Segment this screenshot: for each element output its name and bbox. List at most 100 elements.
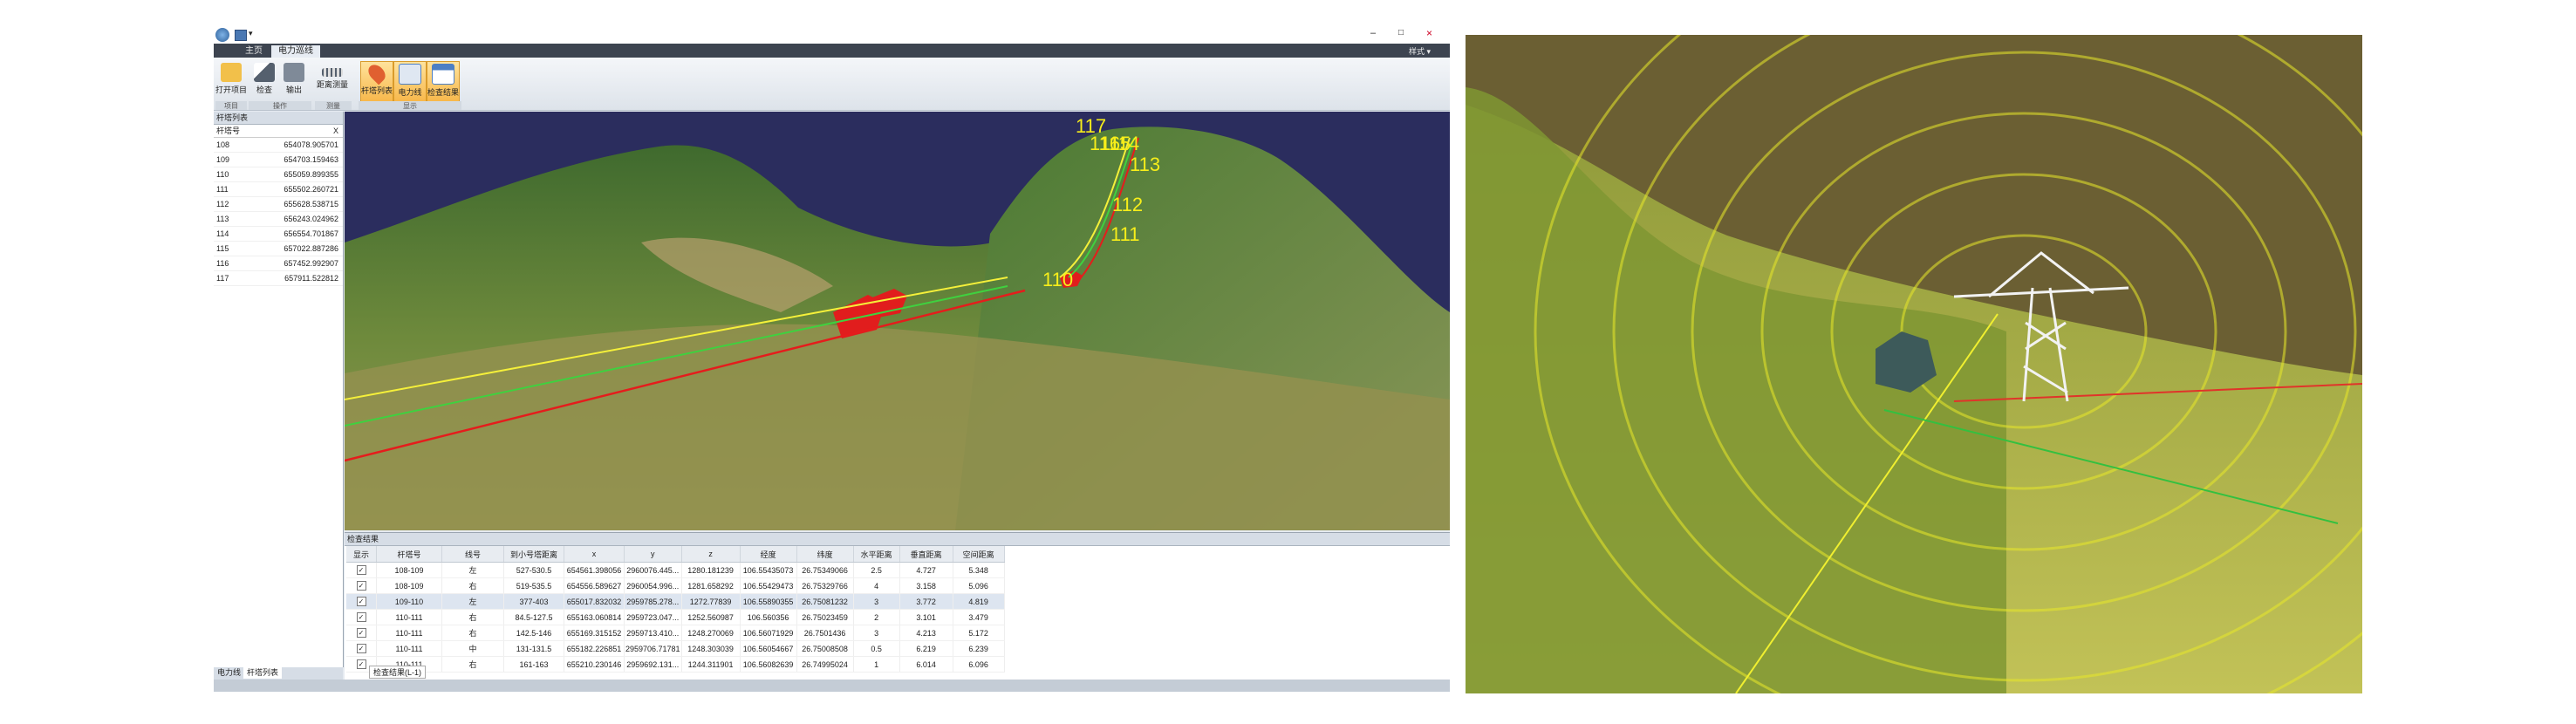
title-bar: ▾ – □ × bbox=[214, 26, 1450, 44]
tower-list-panel: 杆塔列表 杆塔号 X 108 654078.905701 109 654703.159… bbox=[214, 112, 344, 667]
tower-label-114: 114 bbox=[1109, 133, 1139, 154]
results-cell: 3.158 bbox=[899, 577, 953, 594]
results-row[interactable]: ✓ 110-111 右 84.5-127.5 655163.060814 2959723.… bbox=[346, 609, 1005, 625]
results-cell: 654556.589627 bbox=[564, 577, 625, 594]
results-icon bbox=[432, 64, 454, 85]
results-cell: 655017.832032 bbox=[564, 593, 625, 610]
tower-number: 115 bbox=[216, 244, 229, 253]
results-column-header[interactable]: 显示 bbox=[346, 546, 377, 563]
results-cell: 108-109 bbox=[376, 562, 442, 578]
maximize-button[interactable]: □ bbox=[1398, 28, 1404, 38]
tab-power-inspection[interactable]: 电力巡线 bbox=[271, 45, 320, 58]
close-button[interactable]: × bbox=[1426, 27, 1432, 39]
results-row[interactable]: ✓ 110-111 右 142.5-146 655169.315152 2959713.4… bbox=[346, 625, 1005, 641]
tower-x: 654078.905701 bbox=[284, 140, 338, 149]
tower-row[interactable]: 116 657452.992907 bbox=[214, 256, 343, 271]
ruler-icon bbox=[322, 68, 343, 77]
point-cloud-viewport[interactable]: 117 116 115 114 113 112 111 110 bbox=[345, 112, 1450, 530]
corridor-3d-view[interactable] bbox=[1466, 35, 2362, 693]
tab-tower-list[interactable]: 杆塔列表 bbox=[243, 667, 283, 679]
results-column-header[interactable]: 空间距离 bbox=[953, 546, 1005, 563]
results-cell: 中 bbox=[441, 640, 504, 657]
results-column-header[interactable]: y bbox=[624, 546, 682, 563]
results-column-header[interactable]: 水平距离 bbox=[853, 546, 900, 563]
results-cell: 655210.230146 bbox=[564, 656, 625, 673]
results-cell: 106.55429473 bbox=[740, 577, 797, 594]
results-column-header[interactable]: 线号 bbox=[441, 546, 504, 563]
results-column-header[interactable]: x bbox=[564, 546, 625, 563]
results-cell: 1252.560987 bbox=[681, 609, 741, 625]
show-checkbox[interactable]: ✓ bbox=[356, 659, 366, 669]
tower-row[interactable]: 114 656554.701867 bbox=[214, 227, 343, 242]
distance-measure-button[interactable]: 距离测量 bbox=[315, 61, 350, 101]
tower-row[interactable]: 111 655502.260721 bbox=[214, 182, 343, 197]
results-row[interactable]: ✓ 108-109 右 519-535.5 654556.589627 2960054.9… bbox=[346, 577, 1005, 594]
results-cell: 4.727 bbox=[899, 562, 953, 578]
results-cell: 左 bbox=[441, 593, 504, 610]
check-results-label: 检查结果 bbox=[427, 88, 460, 97]
results-cell: 2960054.996... bbox=[624, 577, 682, 594]
quick-access-save-icon[interactable] bbox=[235, 30, 247, 41]
results-cell: 110-111 bbox=[376, 640, 442, 657]
tower-list-button[interactable]: 杆塔列表 bbox=[360, 61, 393, 103]
column-tower-number[interactable]: 杆塔号 bbox=[214, 125, 269, 137]
minimize-button[interactable]: – bbox=[1370, 28, 1376, 38]
show-checkbox[interactable]: ✓ bbox=[356, 581, 366, 591]
results-cell: 142.5-146 bbox=[503, 625, 564, 641]
results-row[interactable]: ✓ 110-111 右 161-163 655210.230146 2959692.131… bbox=[346, 656, 1005, 673]
tower-x: 655502.260721 bbox=[284, 185, 338, 194]
results-cell: 右 bbox=[441, 577, 504, 594]
check-results-button[interactable]: 检查结果 bbox=[427, 61, 460, 103]
results-row[interactable]: ✓ 109-110 左 377-403 655017.832032 2959785.278… bbox=[346, 593, 1005, 610]
results-cell: 5.172 bbox=[953, 625, 1005, 641]
app-logo-icon[interactable] bbox=[215, 28, 229, 42]
show-checkbox[interactable]: ✓ bbox=[356, 565, 366, 575]
results-cell: 106.56071929 bbox=[740, 625, 797, 641]
results-bottom-tab[interactable]: 检查结果(L-1) bbox=[369, 666, 427, 679]
results-cell: 131-131.5 bbox=[503, 640, 564, 657]
tower-row[interactable]: 112 655628.538715 bbox=[214, 197, 343, 212]
tower-row[interactable]: 108 654078.905701 bbox=[214, 138, 343, 153]
column-x[interactable]: X bbox=[269, 125, 338, 137]
tower-row[interactable]: 110 655059.899355 bbox=[214, 167, 343, 182]
results-row[interactable]: ✓ 110-111 中 131-131.5 655182.226851 2959706.7… bbox=[346, 640, 1005, 657]
powerline-button[interactable]: 电力线 bbox=[393, 61, 427, 103]
tower-number: 111 bbox=[216, 185, 229, 194]
style-menu[interactable]: 样式 ▾ bbox=[1409, 45, 1431, 57]
tab-powerline[interactable]: 电力线 bbox=[214, 667, 244, 679]
show-checkbox-cell: ✓ bbox=[346, 593, 377, 610]
show-checkbox-cell: ✓ bbox=[346, 609, 377, 625]
tower-row[interactable]: 115 657022.887286 bbox=[214, 242, 343, 256]
results-cell: 26.75008508 bbox=[796, 640, 854, 657]
results-cell: 26.75023459 bbox=[796, 609, 854, 625]
results-header-row: 显示 杆塔号 线号 到小号塔距离 x y z 经度 纬度 水平距离 垂直距离 空间距离 bbox=[346, 546, 1005, 563]
results-column-header[interactable]: z bbox=[681, 546, 741, 563]
tower-number: 116 bbox=[216, 259, 229, 268]
show-checkbox[interactable]: ✓ bbox=[356, 612, 366, 622]
check-button[interactable]: 检查 bbox=[249, 61, 280, 101]
quick-access-menu[interactable]: ▾ bbox=[249, 29, 253, 38]
results-cell: 6.219 bbox=[899, 640, 953, 657]
results-column-header[interactable]: 垂直距离 bbox=[899, 546, 953, 563]
results-column-header[interactable]: 经度 bbox=[740, 546, 797, 563]
open-project-button[interactable]: 打开项目 bbox=[215, 61, 247, 101]
results-column-header[interactable]: 到小号塔距离 bbox=[503, 546, 564, 563]
tower-row[interactable]: 117 657911.522812 bbox=[214, 271, 343, 286]
tab-home[interactable]: 主页 bbox=[238, 45, 270, 58]
show-checkbox-cell: ✓ bbox=[346, 640, 377, 657]
results-column-header[interactable]: 纬度 bbox=[796, 546, 854, 563]
results-cell: 527-530.5 bbox=[503, 562, 564, 578]
show-checkbox[interactable]: ✓ bbox=[356, 597, 366, 606]
results-row[interactable]: ✓ 108-109 左 527-530.5 654561.398056 2960076.4… bbox=[346, 562, 1005, 578]
show-checkbox[interactable]: ✓ bbox=[356, 644, 366, 653]
results-cell: 161-163 bbox=[503, 656, 564, 673]
tower-row[interactable]: 113 656243.024962 bbox=[214, 212, 343, 227]
export-button[interactable]: 输出 bbox=[278, 61, 310, 101]
tower-number: 113 bbox=[216, 215, 229, 223]
tower-list-title: 杆塔列表 bbox=[214, 112, 343, 125]
app-window: ▾ – □ × 主页 电力巡线 样式 ▾ 打开项目 检查 输出 距离测量 杆塔列… bbox=[214, 26, 1581, 693]
results-column-header[interactable]: 杆塔号 bbox=[376, 546, 442, 563]
results-body: ✓ 108-109 左 527-530.5 654561.398056 2960076.4… bbox=[346, 562, 1005, 673]
show-checkbox[interactable]: ✓ bbox=[356, 628, 366, 638]
tower-row[interactable]: 109 654703.159463 bbox=[214, 153, 343, 167]
